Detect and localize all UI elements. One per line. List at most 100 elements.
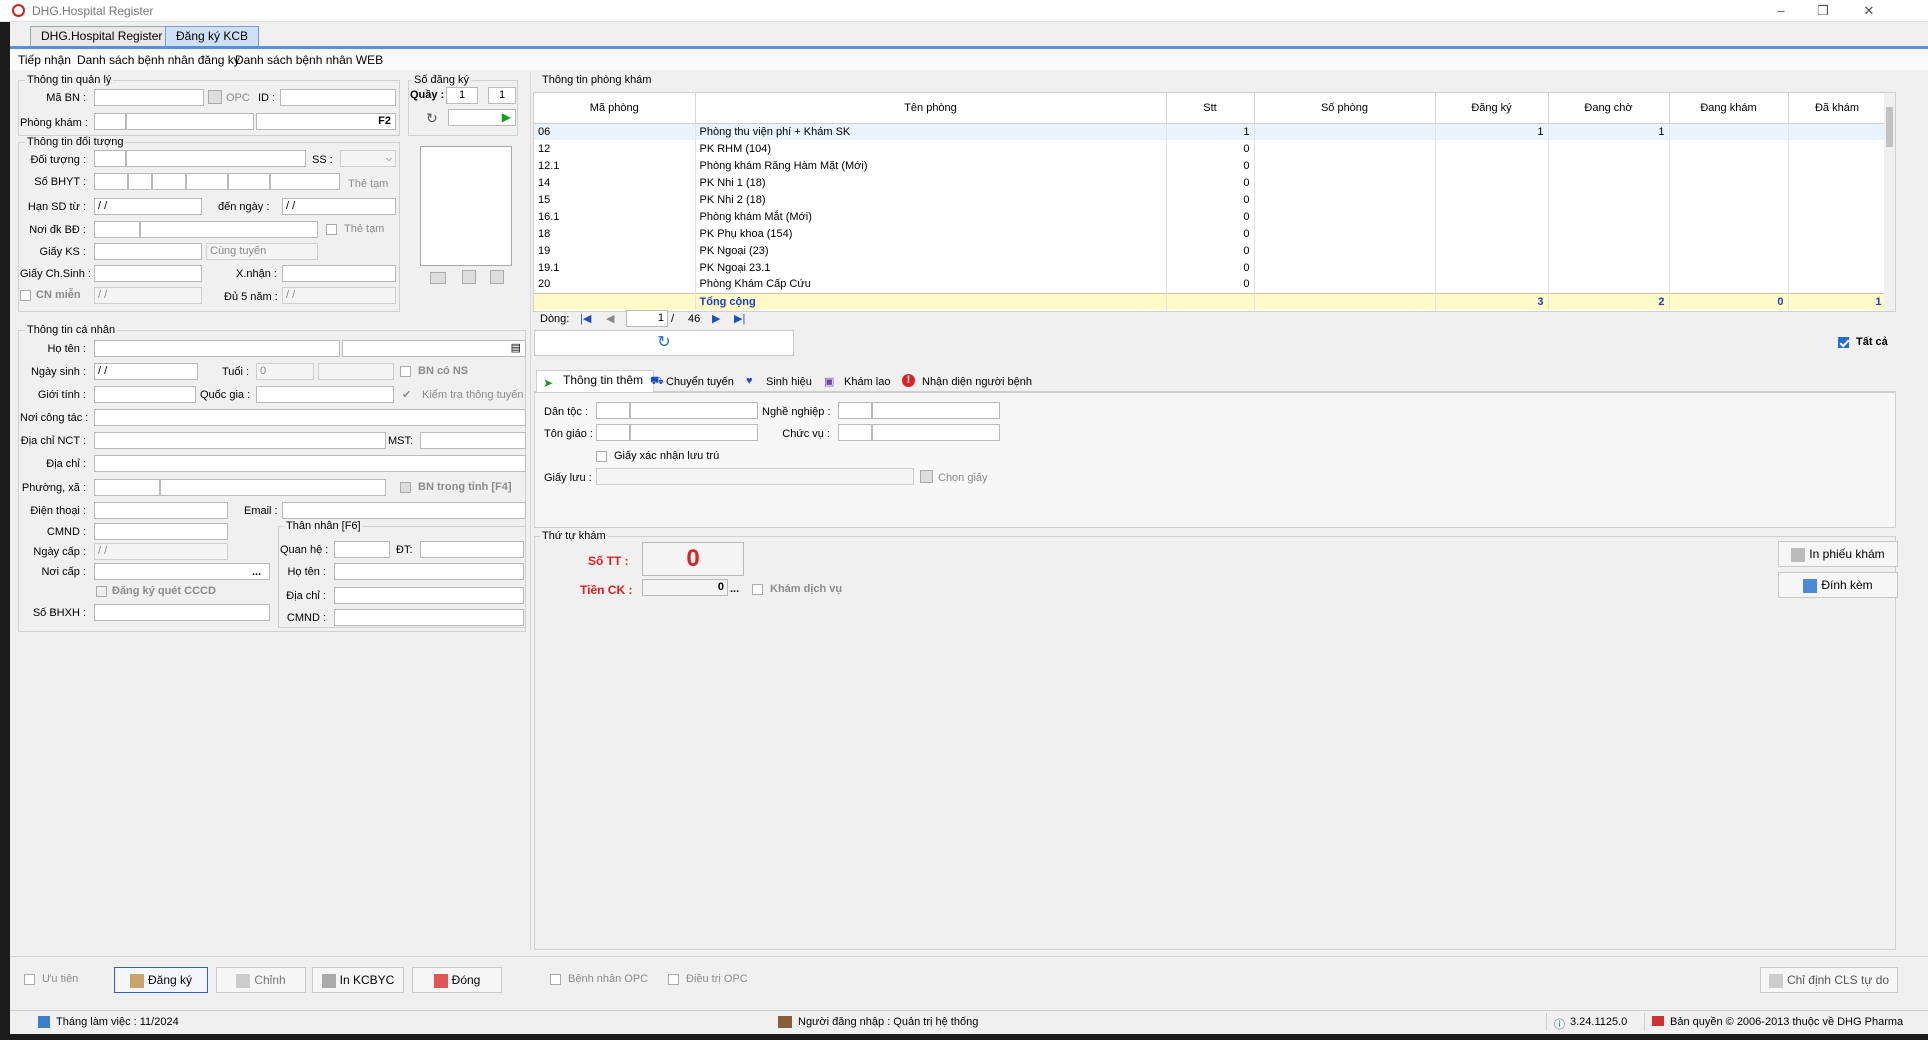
ton-giao-name[interactable]	[630, 424, 758, 441]
camera-icon[interactable]	[430, 272, 446, 284]
noi-dk-name[interactable]	[140, 221, 318, 238]
first-page-icon[interactable]: |◀	[580, 312, 591, 325]
grid-header-5[interactable]: Đang chờ	[1548, 93, 1670, 124]
bn-trong-tinh-checkbox[interactable]	[400, 482, 411, 493]
subtab-chuyen-tuyen[interactable]: Chuyển tuyến	[666, 376, 734, 388]
subtab-kham-lao[interactable]: Khám lao	[844, 376, 890, 388]
next-page-icon[interactable]: ▶	[712, 312, 720, 325]
in-kcbyc-button[interactable]: In KCBYC	[312, 967, 404, 993]
menu-ds-dang-ky[interactable]: Danh sách bệnh nhân đăng ký	[77, 53, 240, 67]
quan-he-input[interactable]	[334, 541, 390, 558]
grid-header-3[interactable]: Số phòng	[1254, 93, 1436, 124]
in-phieu-kham-button[interactable]: In phiếu khám	[1778, 541, 1898, 567]
grid-scroll-thumb[interactable]	[1886, 107, 1893, 147]
folder-icon[interactable]	[920, 470, 933, 483]
close-button[interactable]: ✕	[1856, 2, 1882, 20]
grid-header-4[interactable]: Đăng ký	[1435, 93, 1549, 124]
chinh-button[interactable]: Chỉnh	[216, 967, 306, 993]
x-nhan-input[interactable]	[282, 265, 396, 282]
bhyt-part-5[interactable]	[228, 173, 270, 190]
mst-input[interactable]	[420, 432, 526, 449]
table-row[interactable]: 15 PK Nhi 2 (18) 0	[534, 191, 1887, 208]
gioi-tinh-select[interactable]	[94, 386, 196, 403]
dieu-tri-opc-checkbox[interactable]	[668, 974, 679, 985]
giay-ch-sinh-input[interactable]	[94, 265, 202, 282]
bhyt-part-1[interactable]	[94, 173, 128, 190]
tien-ck-value[interactable]: 0	[642, 579, 728, 596]
du-5-nam-date[interactable]: / /	[282, 287, 396, 304]
dia-chi-nct-input[interactable]	[94, 432, 386, 449]
phuong-xa-code[interactable]	[94, 479, 160, 496]
prev-page-icon[interactable]: ◀	[606, 312, 614, 325]
photo-box[interactable]	[420, 146, 512, 266]
ngay-sinh-input[interactable]: / /	[94, 363, 198, 380]
so-bhxh-input[interactable]	[94, 604, 270, 621]
table-row[interactable]: 12.1 Phòng khám Răng Hàm Mặt (Mới) 0	[534, 157, 1887, 174]
noi-cap-input[interactable]	[94, 563, 270, 580]
tat-ca-checkbox[interactable]	[1838, 337, 1849, 348]
maximize-button[interactable]: ❐	[1810, 2, 1836, 20]
cn-mien-checkbox[interactable]	[20, 290, 31, 301]
page-input[interactable]: 1	[626, 310, 668, 327]
phong-kham-name[interactable]	[126, 113, 254, 130]
than-nhan-cmnd-input[interactable]	[334, 609, 524, 626]
dang-ky-button[interactable]: Đăng ký	[114, 967, 208, 993]
nghe-nghiep-code[interactable]	[838, 402, 872, 419]
quay-input-1[interactable]: 1	[446, 87, 478, 104]
dan-toc-name[interactable]	[630, 402, 758, 419]
bhyt-part-2[interactable]	[128, 173, 152, 190]
so-dk-input[interactable]: ▶	[448, 109, 516, 126]
han-sd-from[interactable]: / /	[94, 198, 202, 215]
tab-dang-ky-kcb[interactable]: Đăng ký KCB	[165, 26, 260, 46]
bhyt-part-3[interactable]	[152, 173, 186, 190]
than-nhan-dia-chi-input[interactable]	[334, 587, 524, 604]
lookup-icon[interactable]	[208, 90, 222, 104]
table-row[interactable]: 14 PK Nhi 1 (18) 0	[534, 174, 1887, 191]
nghe-nghiep-name[interactable]	[872, 402, 1000, 419]
giay-luu-input[interactable]	[596, 468, 914, 485]
tuoi-input[interactable]: 0	[256, 363, 314, 380]
menu-tiep-nhan[interactable]: Tiếp nhận	[18, 53, 71, 67]
play-icon[interactable]: ▶	[502, 110, 511, 124]
chon-giay-button[interactable]: Chọn giấy	[938, 472, 988, 484]
email-input[interactable]	[282, 502, 526, 519]
giay-xn-checkbox[interactable]	[596, 451, 607, 462]
table-row[interactable]: 18 PK Phụ khoa (154) 0	[534, 225, 1887, 242]
menu-ds-web[interactable]: Danh sách bệnh nhân WEB	[235, 53, 383, 67]
noi-cong-tac-input[interactable]	[94, 409, 526, 426]
phuong-xa-name[interactable]	[160, 479, 386, 496]
giay-ks-input[interactable]	[94, 243, 202, 260]
grid-header-0[interactable]: Mã phòng	[534, 93, 696, 124]
doi-tuong-name[interactable]	[126, 150, 306, 167]
noi-cap-more-button[interactable]: ...	[252, 566, 261, 578]
quoc-gia-select[interactable]	[256, 386, 394, 403]
dien-thoai-input[interactable]	[94, 502, 228, 519]
dan-toc-code[interactable]	[596, 402, 630, 419]
subtab-thong-tin-them[interactable]: ➤ Thông tin thêm	[536, 370, 655, 393]
grid-header-6[interactable]: Đang khám	[1669, 93, 1789, 124]
grid-scrollbar[interactable]	[1884, 93, 1895, 311]
id-input[interactable]	[280, 89, 396, 106]
grid-header-1[interactable]: Tên phòng	[695, 93, 1167, 124]
dia-chi-input[interactable]	[94, 455, 526, 472]
bhyt-part-4[interactable]	[186, 173, 228, 190]
tuoi-unit-select[interactable]	[318, 363, 394, 380]
grid-header-2[interactable]: Stt	[1166, 93, 1255, 124]
doi-tuong-code[interactable]	[94, 150, 126, 167]
refresh-grid-button[interactable]: ↻	[534, 330, 794, 356]
table-row[interactable]: 16.1 Phòng khám Mắt (Mới) 0	[534, 208, 1887, 225]
ho-ten-search[interactable]: ▤	[342, 340, 526, 357]
cmnd-input[interactable]	[94, 523, 228, 540]
table-row[interactable]: 12 PK RHM (104) 0	[534, 140, 1887, 157]
uu-tien-checkbox[interactable]	[24, 974, 35, 985]
than-nhan-ho-ten-input[interactable]	[334, 563, 524, 580]
ss-select[interactable]: ⌵	[340, 150, 396, 167]
bhyt-part-6[interactable]	[270, 173, 340, 190]
quay-input-2[interactable]: 1	[488, 87, 516, 104]
ho-ten-input[interactable]	[94, 340, 340, 357]
tien-ck-more-button[interactable]: ...	[730, 583, 739, 595]
refresh-icon[interactable]: ↻	[426, 110, 438, 127]
delete-photo-icon[interactable]	[490, 270, 504, 284]
chi-dinh-cls-button[interactable]: Chỉ định CLS tự do	[1760, 967, 1898, 993]
kiem-tra-label[interactable]: Kiểm tra thông tuyến	[422, 389, 524, 401]
